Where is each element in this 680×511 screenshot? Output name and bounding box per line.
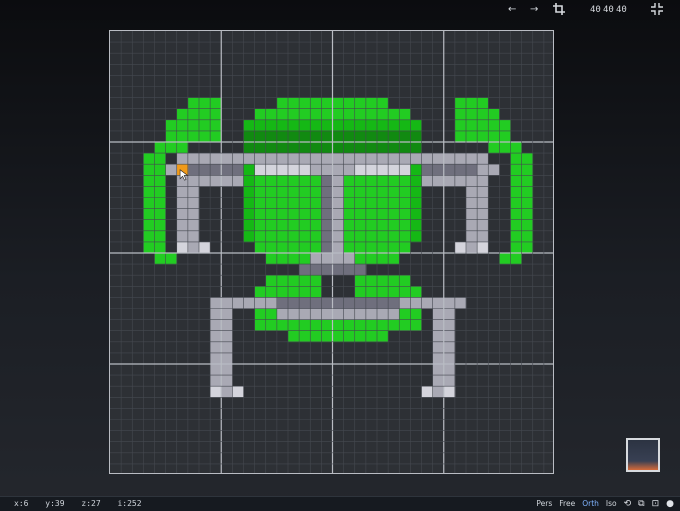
coord-y: y:39 (45, 499, 64, 508)
voxel-canvas[interactable] (109, 30, 554, 474)
left-arm[interactable] (177, 242, 188, 253)
view-mode-pers[interactable]: Pers (536, 497, 552, 511)
coord-x: x:6 (14, 499, 28, 508)
crop-icon[interactable] (553, 3, 565, 21)
rotate-icon[interactable]: ⟲ (624, 497, 632, 511)
voxel-grid[interactable] (110, 31, 554, 474)
preview-swatch[interactable] (626, 438, 660, 472)
view-mode-free[interactable]: Free (559, 497, 575, 511)
right-ear[interactable] (455, 98, 489, 109)
coord-z: z:27 (81, 499, 100, 508)
mouth[interactable] (266, 275, 322, 286)
circle-icon[interactable]: ● (666, 497, 674, 511)
status-bar: x:6 y:39 z:27 i:252 Pers Free Orth Iso ⟲… (0, 496, 680, 511)
layers-icon[interactable]: ⧉ (638, 497, 644, 511)
lock-icon[interactable]: ⊡ (652, 497, 660, 511)
view-mode-orth[interactable]: Orth (582, 497, 599, 511)
right-arm[interactable] (455, 242, 466, 253)
size-y-value[interactable]: 40 (603, 2, 614, 18)
view-mode-iso[interactable]: Iso (606, 497, 617, 511)
voxel-index: i:252 (117, 499, 141, 508)
lower-right-leg[interactable] (444, 386, 455, 397)
size-z-value[interactable]: 40 (616, 2, 627, 18)
collapse-icon[interactable] (651, 3, 663, 21)
top-toolbar: ← → 40 40 40 (0, 0, 680, 22)
undo-icon[interactable]: ← (508, 2, 516, 18)
size-x-value[interactable]: 40 (590, 2, 601, 18)
right-ear[interactable] (488, 142, 522, 153)
mouth[interactable] (355, 275, 411, 286)
mouth-inner[interactable] (277, 297, 400, 308)
left-ear[interactable] (188, 98, 222, 109)
left-arm[interactable] (199, 242, 210, 253)
lower-left-leg[interactable] (210, 386, 221, 397)
lower-left-leg[interactable] (232, 386, 243, 397)
mouth[interactable] (288, 331, 388, 342)
right-arm[interactable] (477, 242, 488, 253)
mouth[interactable] (277, 320, 400, 331)
lower-right-leg[interactable] (422, 386, 433, 397)
redo-icon[interactable]: → (530, 2, 538, 18)
left-ear[interactable] (155, 142, 189, 153)
